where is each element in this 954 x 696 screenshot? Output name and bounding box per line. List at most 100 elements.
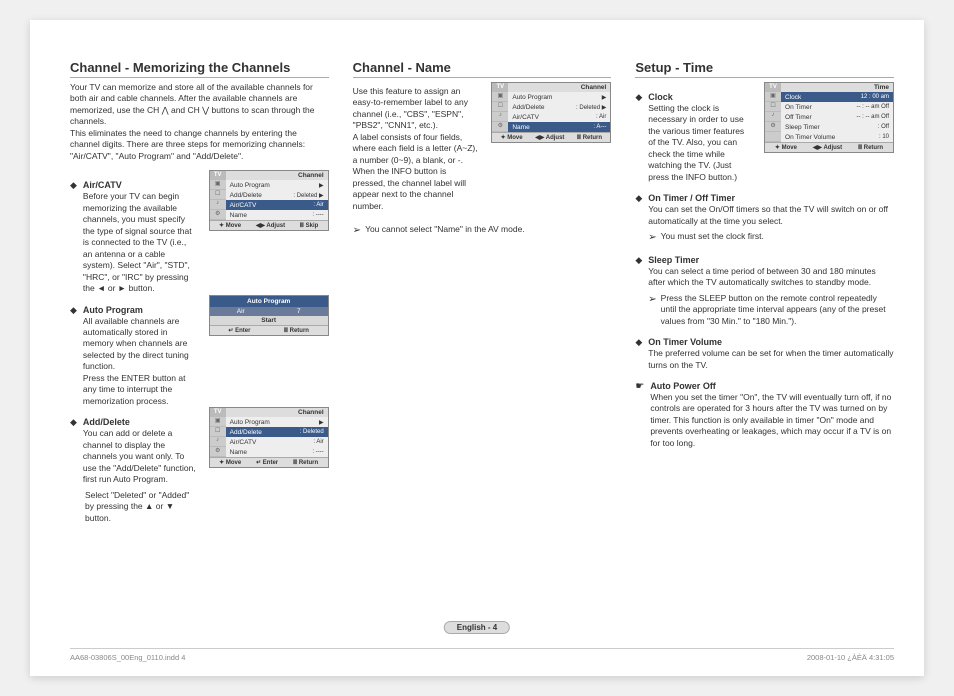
osd-time: TVTime ▣☐♪⚙ Clock12 : 00 am On Timer-- :…	[764, 82, 894, 153]
osd-row-value: ▶	[602, 94, 607, 101]
osd-side-icons: ▣☐♪⚙	[492, 92, 508, 132]
osd-row-value: : ----	[312, 449, 323, 455]
heading-name: Channel - Name	[353, 60, 612, 78]
osd-title: Channel	[226, 408, 328, 417]
page-number-badge: English - 4	[444, 621, 510, 634]
osd-auto-head: Auto Program	[210, 296, 328, 307]
osd-row-label: Name	[230, 212, 247, 219]
item-auto-power-off: ☛ Auto Power Off When you set the timer …	[635, 381, 894, 449]
osd-tv-badge: TV	[210, 171, 226, 180]
osd-row-value: : ----	[312, 212, 323, 218]
item-title: On Timer Volume	[648, 337, 894, 347]
osd-tv-badge: TV	[210, 408, 226, 417]
item-text: You can add or delete a channel to displ…	[83, 428, 197, 485]
item-text: You can select a time period of between …	[648, 266, 894, 289]
note-text: Press the SLEEP button on the remote con…	[661, 293, 894, 327]
osd-row-label: Clock	[785, 94, 801, 101]
osd-auto-channel: 7	[297, 308, 301, 315]
heading-time: Setup - Time	[635, 60, 894, 78]
osd-row-label: Add/Delete	[512, 104, 544, 111]
note-arrow-icon: ➢	[353, 224, 361, 238]
osd-title: Channel	[226, 171, 328, 180]
item-add-delete: ◆ Add/Delete You can add or delete a cha…	[70, 417, 197, 485]
item-title: Clock	[648, 92, 752, 102]
osd-row-value: : Air	[313, 439, 323, 445]
osd-footer: ↵ EnterⅢ Return	[210, 325, 328, 335]
osd-row-label: Off Timer	[785, 114, 812, 121]
pointing-hand-icon: ☛	[635, 381, 644, 449]
item-clock: ◆ Clock Setting the clock is necessary i…	[635, 92, 752, 183]
item-title: Air/CATV	[83, 180, 197, 190]
item-title: Auto Power Off	[650, 381, 894, 391]
diamond-icon: ◆	[635, 338, 642, 371]
osd-row-label: Add/Delete	[230, 429, 262, 436]
osd-row-value: : Deleted	[300, 429, 324, 435]
osd-footer: ✦ Move◀▶ AdjustⅢ Return	[765, 142, 893, 152]
footer-timestamp: 2008-01-10 ¿ÀÈÄ 4:31:05	[807, 653, 894, 662]
document-footer: AA68-03806S_00Eng_0110.indd 4 2008-01-10…	[70, 648, 894, 662]
osd-auto-program: Auto Program Air 7 Start ↵ EnterⅢ Return	[209, 295, 329, 336]
note-name-av: ➢ You cannot select "Name" in the AV mod…	[353, 224, 612, 238]
osd-row-value: -- : -- am Off	[856, 104, 889, 110]
diamond-icon: ◆	[70, 418, 77, 485]
item-on-off-timer: ◆ On Timer / Off Timer You can set the O…	[635, 193, 894, 244]
osd-row-value: : A---	[593, 124, 606, 130]
item-title: On Timer / Off Timer	[648, 193, 894, 203]
osd-channel-aircatv: TVChannel ▣☐♪⚙ Auto Program ▶ Add/Delete:…	[209, 170, 329, 231]
intro-name: Use this feature to assign an easy-to-re…	[353, 86, 480, 212]
item-after-text: Select "Deleted" or "Added" by pressing …	[85, 490, 197, 524]
osd-row-label: Name	[512, 124, 529, 131]
osd-row-value: ▶	[319, 419, 324, 426]
manual-page: Channel - Memorizing the Channels Your T…	[30, 20, 924, 676]
osd-title: Channel	[508, 83, 610, 92]
osd-row-label: Air/CATV	[230, 439, 257, 446]
item-air-catv: ◆ Air/CATV Before your TV can begin memo…	[70, 180, 197, 294]
item-auto-program: ◆ Auto Program All available channels ar…	[70, 305, 197, 408]
columns: Channel - Memorizing the Channels Your T…	[70, 60, 894, 524]
item-text: Setting the clock is necessary in order …	[648, 103, 752, 183]
osd-row-label: Air/CATV	[230, 202, 257, 209]
item-text: The preferred volume can be set for when…	[648, 348, 894, 371]
note-arrow-icon: ➢	[648, 231, 656, 245]
osd-row-label: On Timer Volume	[785, 134, 835, 141]
note-text: You cannot select "Name" in the AV mode.	[365, 224, 525, 238]
col-channel-name: Channel - Name Use this feature to assig…	[353, 60, 612, 524]
intro-memorizing: Your TV can memorize and store all of th…	[70, 82, 329, 162]
osd-row-value: : Deleted ▶	[576, 104, 606, 111]
item-on-timer-volume: ◆ On Timer Volume The preferred volume c…	[635, 337, 894, 371]
diamond-icon: ◆	[635, 194, 642, 244]
col-setup-time: Setup - Time ◆ Clock Setting the clock i…	[635, 60, 894, 524]
osd-auto-start: Start	[210, 316, 328, 325]
item-title: Sleep Timer	[648, 255, 894, 265]
diamond-icon: ◆	[635, 93, 642, 183]
osd-tv-badge: TV	[492, 83, 508, 92]
osd-side-icons: ▣☐♪⚙	[210, 180, 226, 220]
osd-row-value: ▶	[319, 182, 324, 189]
osd-row-value: : 10	[879, 134, 889, 140]
osd-row-value: : Deleted ▶	[293, 192, 323, 199]
osd-row-value: -- : -- am Off	[856, 114, 889, 120]
osd-row-label: Auto Program	[230, 419, 270, 426]
osd-row-label: Auto Program	[230, 182, 270, 189]
item-text: All available channels are automatically…	[83, 316, 197, 408]
item-text: When you set the timer "On", the TV will…	[650, 392, 894, 449]
osd-channel-adddelete: TVChannel ▣☐♪⚙ Auto Program ▶ Add/Delete:…	[209, 407, 329, 468]
osd-auto-mode: Air	[237, 308, 245, 315]
item-sleep-timer: ◆ Sleep Timer You can select a time peri…	[635, 255, 894, 327]
diamond-icon: ◆	[70, 181, 77, 294]
osd-side-icons: ▣☐♪⚙	[210, 417, 226, 457]
diamond-icon: ◆	[70, 306, 77, 408]
osd-footer: ✦ Move◀▶ AdjustⅢ Skip	[210, 220, 328, 230]
osd-footer: ✦ Move↵ EnterⅢ Return	[210, 457, 328, 467]
osd-row-value: : Air	[313, 202, 323, 208]
note-arrow-icon: ➢	[648, 293, 656, 327]
note-text: You must set the clock first.	[661, 231, 764, 245]
osd-tv-badge: TV	[765, 83, 781, 92]
heading-memorizing: Channel - Memorizing the Channels	[70, 60, 329, 78]
osd-row-label: Air/CATV	[512, 114, 539, 121]
item-text: You can set the On/Off timers so that th…	[648, 204, 894, 227]
item-text: Before your TV can begin memorizing the …	[83, 191, 197, 294]
osd-row-label: Add/Delete	[230, 192, 262, 199]
osd-row-label: On Timer	[785, 104, 812, 111]
osd-row-value: 12 : 00 am	[861, 94, 889, 100]
